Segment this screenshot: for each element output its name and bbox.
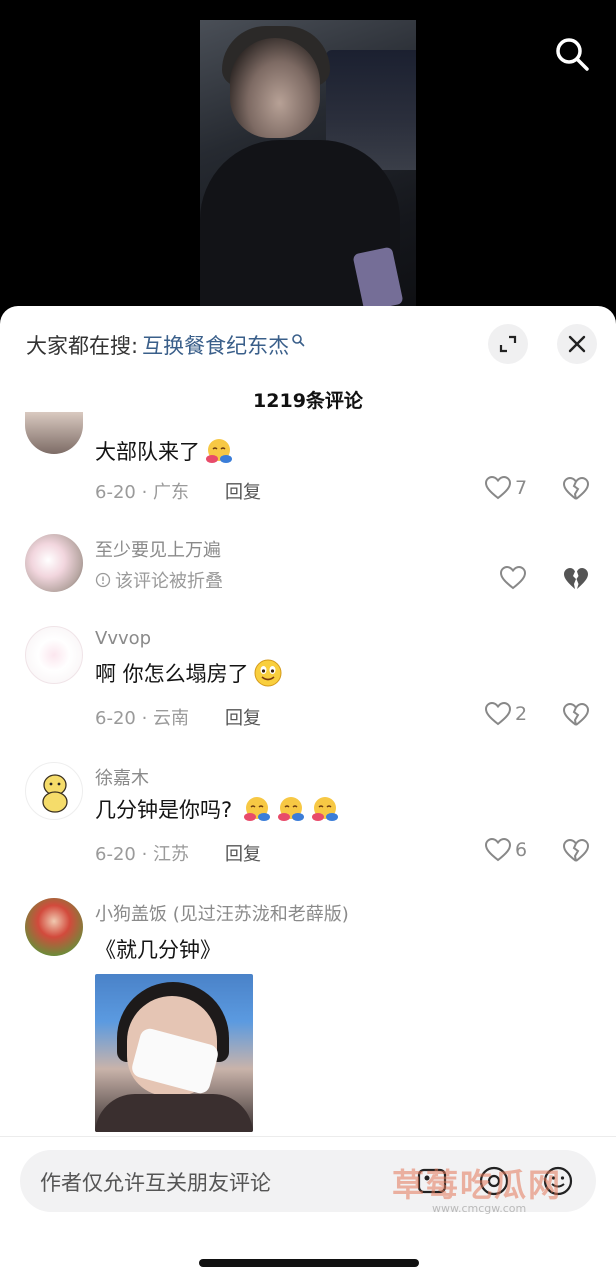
- expand-icon: [499, 335, 517, 353]
- like-button[interactable]: [500, 566, 526, 590]
- broken-heart-icon[interactable]: [563, 702, 589, 728]
- watermark-url: www.cmcgw.com: [432, 1202, 527, 1215]
- hug-emoji-icon: [206, 439, 232, 463]
- home-indicator: [199, 1259, 419, 1267]
- divider: [0, 1136, 616, 1137]
- watermark-text: 草莓吃瓜网: [392, 1166, 563, 1204]
- reply-button[interactable]: 回复: [225, 478, 261, 504]
- comment-username[interactable]: 至少要见上万遍: [95, 536, 221, 562]
- hug-emoji-icon: [278, 797, 305, 821]
- broken-heart-icon[interactable]: [563, 566, 589, 592]
- comment-username[interactable]: Vvvop: [95, 628, 151, 649]
- comment-username[interactable]: 小狗盖饭 (见过汪苏泷和老薛版): [95, 900, 349, 926]
- comment-text: 大部队来了: [95, 436, 234, 466]
- comment-image[interactable]: [95, 974, 253, 1132]
- video-thumbnail: [200, 20, 416, 330]
- heart-icon: [485, 838, 511, 862]
- folded-notice: 该评论被折叠: [95, 567, 223, 593]
- close-icon: [568, 335, 586, 353]
- hot-search-bar[interactable]: 大家都在搜: 互换餐食纪东杰: [26, 328, 305, 362]
- reply-button[interactable]: 回复: [225, 704, 261, 730]
- reply-button[interactable]: 回复: [225, 840, 261, 866]
- comment-meta: 6-20 · 江苏: [95, 844, 190, 865]
- like-count: 6: [515, 839, 528, 861]
- comment-count: 1219条评论: [253, 390, 363, 412]
- hug-emoji-icon: [312, 797, 339, 821]
- broken-heart-icon[interactable]: [563, 838, 589, 864]
- like-button[interactable]: 7: [485, 476, 527, 500]
- like-count: 7: [515, 477, 528, 499]
- hug-emoji-icon: [244, 797, 271, 821]
- comment-meta: 6-20 · 广东: [95, 482, 190, 503]
- like-count: 2: [515, 703, 528, 725]
- expand-button[interactable]: [488, 324, 528, 364]
- comment-meta: 6-20 · 云南: [95, 708, 190, 729]
- avatar[interactable]: [25, 898, 83, 956]
- heart-icon: [485, 476, 511, 500]
- comment-input[interactable]: 作者仅允许互关朋友评论 草莓吃瓜网 www.cmcgw.com: [20, 1150, 596, 1215]
- comment-text: 啊 你怎么塌房了: [95, 658, 283, 688]
- search-icon[interactable]: [552, 34, 592, 74]
- grin-emoji-icon: [254, 659, 282, 687]
- hot-search-term[interactable]: 互换餐食纪东杰: [142, 330, 289, 360]
- search-icon: [292, 334, 305, 347]
- duck-avatar-icon: [42, 774, 68, 813]
- comment-sheet: 大家都在搜: 互换餐食纪东杰 1219条评论 大部队来了 6-20 · 广东 回…: [0, 306, 616, 1279]
- heart-icon: [500, 566, 526, 590]
- avatar[interactable]: [25, 534, 83, 592]
- avatar[interactable]: [25, 762, 83, 820]
- like-button[interactable]: 6: [485, 838, 527, 862]
- close-button[interactable]: [557, 324, 597, 364]
- like-button[interactable]: 2: [485, 702, 527, 726]
- comment-input-placeholder: 作者仅允许互关朋友评论: [40, 1171, 271, 1195]
- comment-username[interactable]: 徐嘉木: [95, 764, 149, 790]
- video-player[interactable]: [0, 0, 616, 330]
- comment-text: 《就几分钟》: [95, 938, 221, 962]
- broken-heart-icon[interactable]: [563, 476, 589, 502]
- comment-text: 几分钟是你吗?: [95, 794, 340, 824]
- heart-icon: [485, 702, 511, 726]
- avatar[interactable]: [25, 626, 83, 684]
- hot-search-prefix: 大家都在搜:: [26, 334, 139, 358]
- info-icon: [95, 572, 111, 588]
- avatar[interactable]: [25, 412, 83, 454]
